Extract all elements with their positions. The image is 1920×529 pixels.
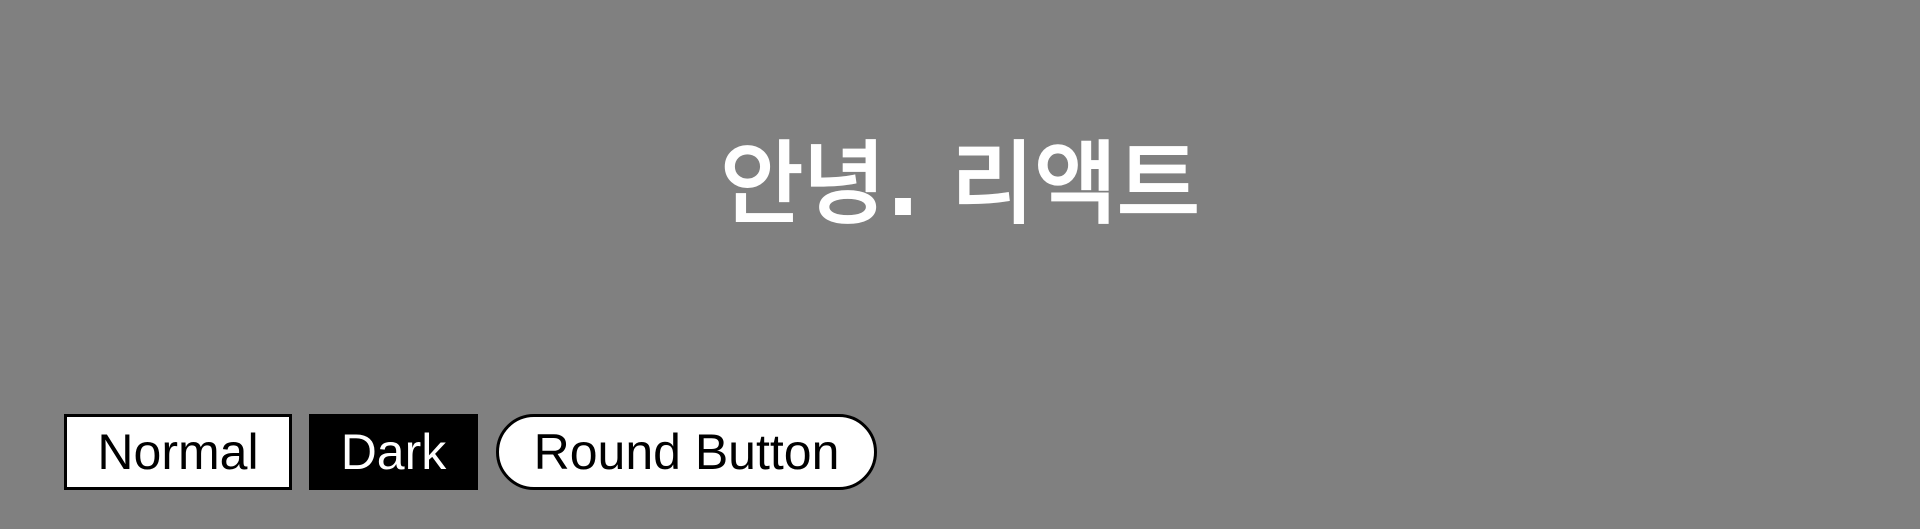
dark-button[interactable]: Dark [309, 414, 478, 490]
round-button[interactable]: Round Button [496, 414, 877, 490]
normal-button[interactable]: Normal [64, 414, 292, 490]
page-title: 안녕. 리액트 [720, 132, 1200, 237]
app-root: 안녕. 리액트 Normal Dark Round Button [0, 0, 1920, 529]
button-row: Normal Dark Round Button [64, 414, 877, 490]
